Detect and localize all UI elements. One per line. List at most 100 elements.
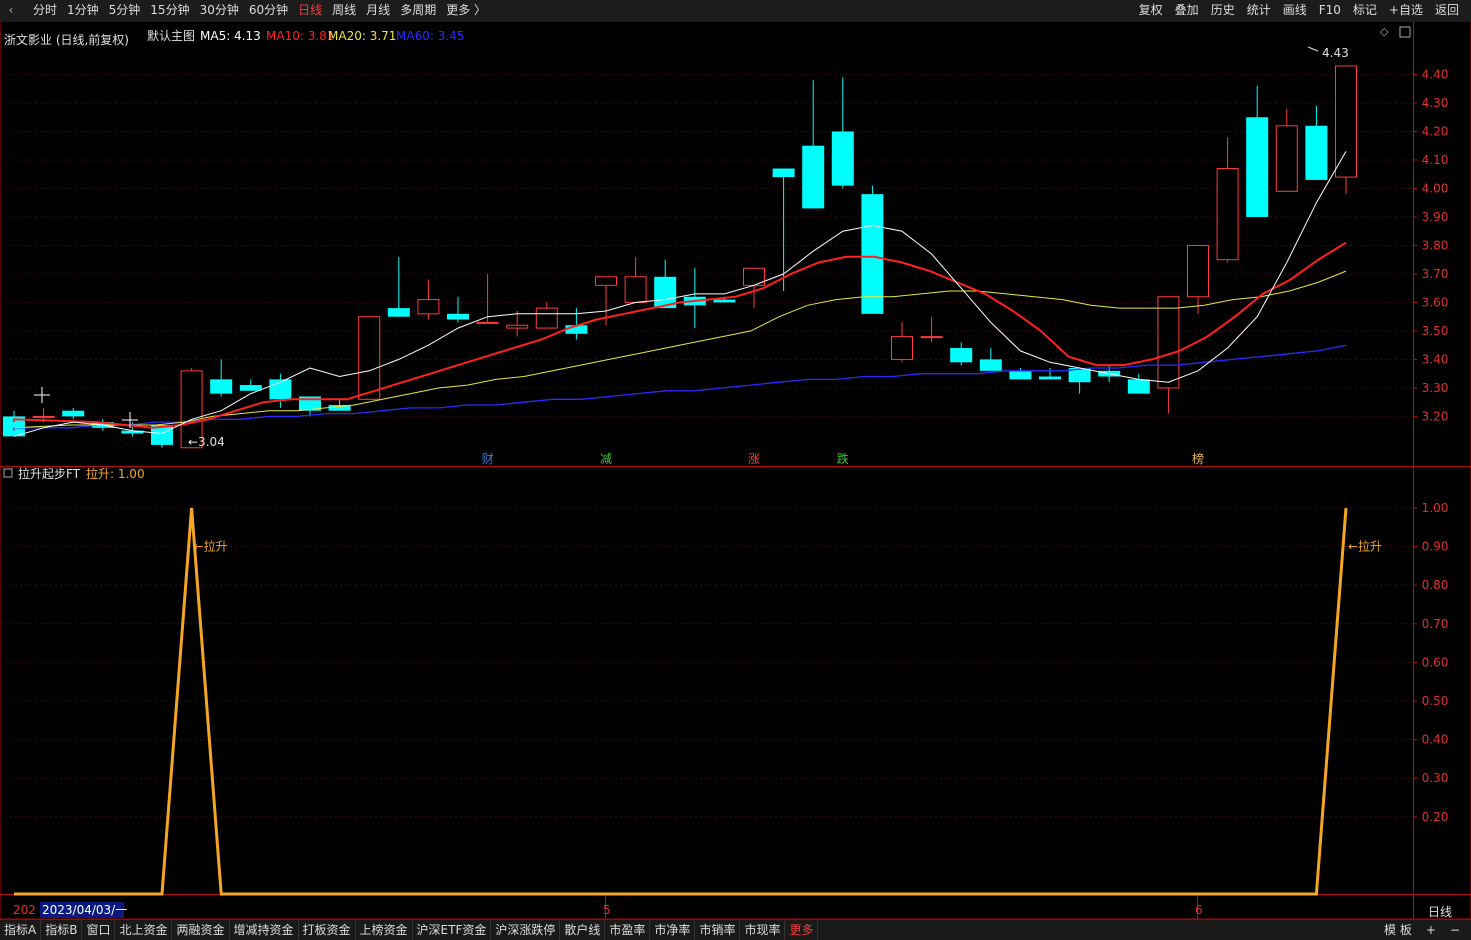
period-tab[interactable]: 30分钟 (195, 0, 244, 21)
expand-icon (1399, 26, 1411, 38)
indicator-tab[interactable]: 更多 (785, 920, 819, 940)
tool-button[interactable]: 返回 (1429, 0, 1465, 21)
indicator-tab[interactable]: 市现率 (740, 920, 786, 940)
candle-body-up (358, 316, 381, 400)
sub-y-tick-label: 0.40 (1422, 733, 1449, 747)
candle-body-down (831, 131, 854, 186)
candle-body-down (239, 385, 262, 391)
template-control[interactable]: − (1443, 920, 1467, 940)
candle-body-up (920, 336, 943, 339)
sub-indicator-value: 拉升: 1.00 (86, 466, 145, 481)
signal-annotation: ←拉升 (194, 539, 228, 554)
indicator-tabbar: 指标A 指标B 窗口 北上资金 两融资金 增减持资金 打板资金 上榜资金 沪深ETF资金 沪深涨跌… (0, 919, 1471, 940)
sub-y-tick-label: 0.60 (1422, 655, 1449, 669)
period-tab[interactable]: 周线 (327, 0, 361, 21)
y-tick-label: 3.50 (1422, 324, 1449, 338)
indicator-tab[interactable]: 北上资金 (115, 920, 173, 940)
indicator-tab[interactable]: 打板资金 (299, 920, 356, 940)
candle-body-down (1246, 117, 1269, 217)
candle-body-down (861, 194, 884, 314)
candle-body-down (802, 145, 825, 209)
tool-button[interactable]: 标记 (1347, 0, 1383, 21)
period-tab[interactable]: 1分钟 (62, 0, 104, 21)
period-tab[interactable]: 15分钟 (145, 0, 194, 21)
sub-y-tick-label: 0.70 (1422, 617, 1449, 631)
indicator-tab[interactable]: 沪深ETF资金 (413, 920, 492, 940)
template-control[interactable]: 模 板 (1377, 920, 1419, 940)
indicator-tab[interactable]: 增减持资金 (230, 920, 299, 940)
event-marker: 榜 (1192, 451, 1204, 466)
template-control[interactable]: + (1419, 920, 1443, 940)
indicator-tab[interactable]: 两融资金 (172, 920, 230, 940)
tool-button[interactable]: 统计 (1241, 0, 1277, 21)
indicator-tab[interactable]: 窗口 (82, 920, 116, 940)
period-tab[interactable]: 60分钟 (244, 0, 293, 21)
signal-annotation: ←拉升 (1348, 539, 1382, 554)
y-tick-label: 4.40 (1422, 67, 1449, 81)
y-tick-label: 3.80 (1422, 238, 1449, 252)
indicator-tab[interactable]: 散户线 (560, 920, 606, 940)
indicator-tab[interactable]: 市净率 (650, 920, 696, 940)
period-tab[interactable]: 5分钟 (104, 0, 146, 21)
indicator-tab[interactable]: 指标A (0, 920, 42, 940)
y-tick-label: 3.20 (1422, 409, 1449, 423)
indicator-tab[interactable]: 市盈率 (605, 920, 651, 940)
x-axis-label: 202 (13, 903, 36, 917)
candle-body-up (32, 415, 55, 418)
candle-body-up (506, 324, 529, 329)
ma-value-label: MA5: 4.13 (200, 29, 261, 43)
x-axis-label: 5 (603, 903, 611, 917)
candle-body-down (713, 299, 736, 303)
candle-body-up (1216, 168, 1239, 261)
candle-body-up (535, 307, 558, 329)
kline-chart[interactable]: 3.20 3.30 3.40 3.50 3.60 3.70 3.80 3.90 4.00 4.10… (0, 21, 1471, 919)
event-marker: 涨 (748, 451, 760, 466)
back-icon[interactable]: ‹ (4, 2, 18, 18)
period-label: 日线 (1428, 905, 1452, 919)
x-axis-label: 6 (1195, 903, 1203, 917)
candle-body-up (476, 321, 499, 324)
tool-button[interactable]: 叠加 (1169, 0, 1205, 21)
tool-button[interactable]: +自选 (1383, 0, 1429, 21)
period-tab[interactable]: 更多 〉 (441, 0, 491, 21)
period-tab[interactable]: 月线 (361, 0, 395, 21)
high-price-label: 4.43 (1322, 46, 1349, 60)
candle-body-down (210, 379, 233, 394)
tool-button[interactable]: 复权 (1133, 0, 1169, 21)
y-tick-label: 4.20 (1422, 124, 1449, 138)
ma-value-label: MA20: 3.71 (328, 29, 396, 43)
candle-body-up (417, 299, 440, 315)
tool-button[interactable]: 画线 (1277, 0, 1313, 21)
sub-y-tick-label: 0.90 (1422, 540, 1449, 554)
y-tick-label: 4.00 (1422, 181, 1449, 195)
indicator-tab[interactable]: 沪深涨跌停 (491, 920, 561, 940)
candle-body-up (1275, 125, 1298, 192)
candle-body-up (1157, 296, 1180, 389)
indicator-tab[interactable]: 市销率 (695, 920, 741, 940)
sub-y-tick-label: 0.30 (1422, 771, 1449, 785)
stock-title: 浙文影业 (日线,前复权) (4, 32, 129, 47)
indicator-tab[interactable]: 上榜资金 (356, 920, 413, 940)
period-tab[interactable]: 多周期 (395, 0, 441, 21)
sub-indicator-title: 拉升起步FT (18, 466, 81, 481)
indicator-tab[interactable]: 指标B (41, 920, 83, 940)
y-tick-label: 4.30 (1422, 96, 1449, 110)
ma10-line (13, 241, 1347, 429)
candle-body-down (62, 410, 85, 417)
candle-body-down (1039, 376, 1061, 380)
y-tick-label: 4.10 (1422, 153, 1449, 167)
tool-button[interactable]: F10 (1313, 0, 1347, 21)
period-toolbar: ‹ 分时 1分钟 5分钟 15分钟 30分钟 60分钟 日线 周线 月线 多周期 更多 〉 复权 叠加… (0, 0, 1471, 22)
candle-body-down (772, 168, 795, 178)
y-tick-label: 3.70 (1422, 267, 1449, 281)
event-marker: 财 (482, 452, 494, 466)
candle-body-up (624, 276, 647, 303)
tool-button[interactable]: 历史 (1205, 0, 1241, 21)
period-tab[interactable]: 分时 (28, 0, 62, 21)
sub-y-tick-label: 1.00 (1422, 501, 1449, 515)
y-tick-label: 3.90 (1422, 210, 1449, 224)
ma-value-label: MA60: 3.45 (396, 29, 464, 43)
period-tabs: 分时 1分钟 5分钟 15分钟 30分钟 60分钟 日线 周线 月线 多周期 更多 〉 (0, 0, 491, 21)
sub-panel-icon (3, 468, 13, 478)
period-tab[interactable]: 日线 (293, 0, 327, 21)
